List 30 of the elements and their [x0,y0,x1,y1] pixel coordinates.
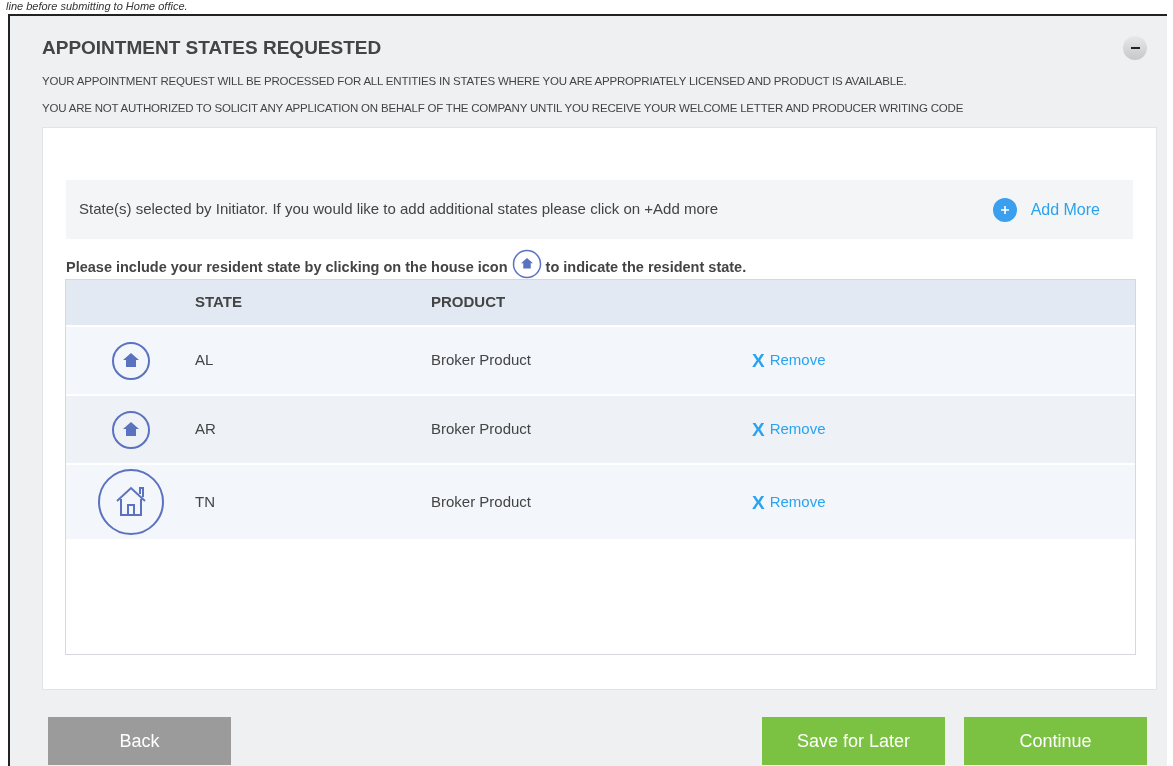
table-cell-text: Broker Product [431,350,533,371]
save-for-later-button[interactable]: Save for Later [762,717,945,765]
house-button-icon[interactable] [110,340,151,381]
instruction-text: Please include your resident state by clicking on the house icon to indicate the resident state. [66,245,1133,279]
table-cell-text: Broker Product [431,491,533,512]
section-title: APPOINTMENT STATES REQUESTED [42,36,382,60]
remove-link[interactable]: X Remove [752,418,826,441]
add-more-link[interactable]: Add More [992,197,1100,222]
table-cell-text: AL [195,350,215,371]
x-icon: X [752,351,765,370]
column-header: PRODUCT [431,292,506,313]
info-text: State(s) selected by Initiator. If you would like to add additional states please click on +Add more [79,199,719,220]
table-cell-text: TN [195,491,216,512]
collapse-button[interactable] [1123,36,1147,61]
continue-button[interactable]: Continue [964,717,1147,765]
x-icon: X [752,492,765,512]
table-cell-text: Broker Product [431,419,533,440]
remove-link[interactable]: X Remove [752,490,826,514]
remove-link[interactable]: X Remove [752,349,826,372]
house-icon [511,249,542,279]
table-cell-text: AR [195,419,217,440]
x-icon: X [752,420,765,439]
notice-text: YOU ARE NOT AUTHORIZED TO SOLICIT ANY APPLICATION ON BEHALF OF THE COMPANY UNTIL YOU RECEIVE YOUR WELCOME LETTER AND PRODUCER WRITING CODE [42,100,965,116]
notice-text: YOUR APPOINTMENT REQUEST WILL BE PROCESSED FOR ALL ENTITIES IN STATES WHERE YOU ARE APPROPRIATELY LICENSED AND PRODUCT IS AVAILABLE. [42,73,908,89]
note-text: line before submitting to Home office. [5,0,189,14]
resident-house-icon[interactable] [96,468,165,536]
back-button[interactable]: Back [48,717,231,765]
house-button-icon[interactable] [110,409,151,450]
column-header: STATE [195,292,243,313]
plus-circle-icon [992,197,1017,222]
